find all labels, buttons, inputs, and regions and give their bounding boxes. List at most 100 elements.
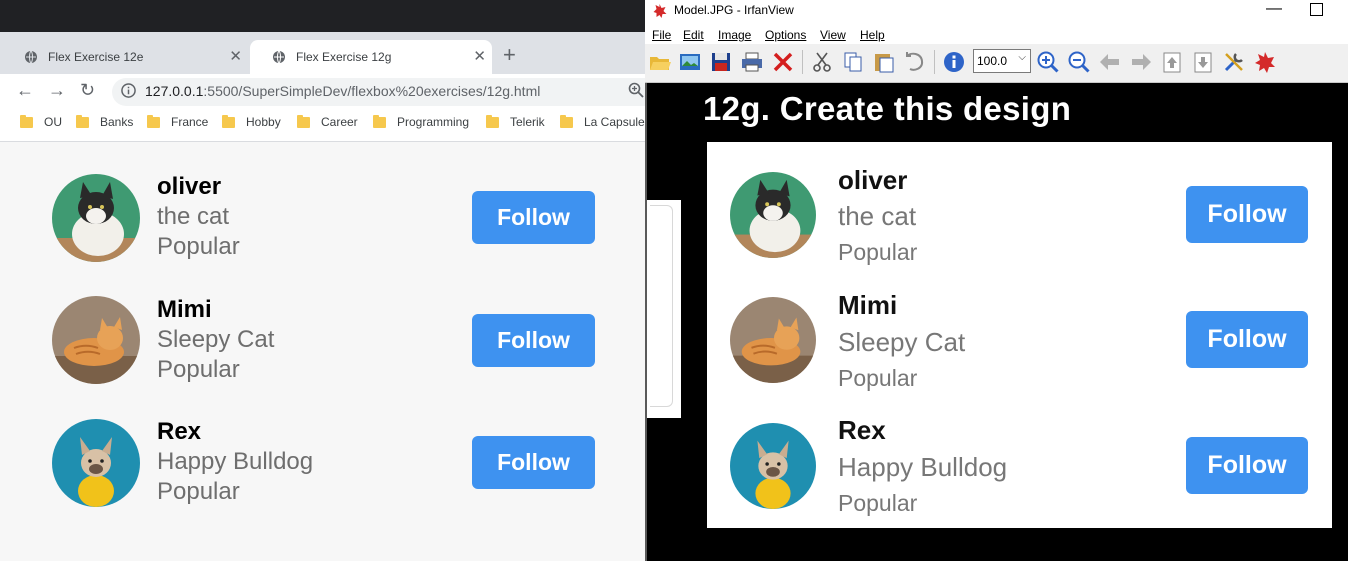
menu-help[interactable]: Help bbox=[860, 28, 885, 42]
previous-image-icon[interactable] bbox=[1098, 50, 1122, 74]
bookmark-folder[interactable]: OU bbox=[20, 114, 62, 129]
bookmark-label: Telerik bbox=[510, 115, 545, 129]
profile-subtitle: Sleepy Cat bbox=[157, 326, 275, 353]
zoom-in-icon[interactable] bbox=[1036, 50, 1060, 74]
menu-label: Edit bbox=[683, 28, 704, 42]
orange-cat-photo bbox=[730, 297, 816, 383]
profile-status: Popular bbox=[838, 365, 918, 391]
irfanview-icon[interactable] bbox=[1253, 50, 1277, 74]
profile-name: Rex bbox=[157, 418, 202, 445]
bookmark-label: Hobby bbox=[246, 115, 281, 129]
avatar bbox=[730, 172, 816, 258]
profile-subtitle: the cat bbox=[157, 203, 230, 230]
print-icon[interactable] bbox=[740, 50, 764, 74]
follow-button-image: Follow bbox=[1186, 311, 1308, 368]
settings-tools-icon[interactable] bbox=[1222, 50, 1246, 74]
bookmark-label: OU bbox=[44, 115, 62, 129]
thumbnails-icon[interactable] bbox=[678, 50, 702, 74]
zoom-select[interactable]: 100.0 ⌵ bbox=[973, 49, 1031, 73]
bookmark-folder[interactable]: France bbox=[147, 114, 208, 129]
copy-icon[interactable] bbox=[841, 50, 865, 74]
bookmark-folder[interactable]: Telerik bbox=[486, 114, 545, 129]
menu-options[interactable]: Options bbox=[765, 28, 806, 42]
avatar bbox=[52, 419, 140, 507]
globe-icon bbox=[273, 50, 285, 64]
toolbar-separator bbox=[802, 50, 803, 74]
profile-subtitle: Sleepy Cat bbox=[838, 327, 966, 357]
menu-image[interactable]: Image bbox=[718, 28, 751, 42]
menu-label: Help bbox=[860, 28, 885, 42]
undo-icon[interactable] bbox=[903, 50, 927, 74]
save-icon[interactable] bbox=[709, 50, 733, 74]
folder-icon bbox=[20, 114, 33, 128]
follow-button[interactable]: Follow bbox=[472, 436, 595, 489]
orange-cat-photo bbox=[52, 296, 140, 384]
profile-name: Mimi bbox=[838, 290, 898, 320]
folder-icon bbox=[147, 114, 160, 128]
avatar bbox=[52, 174, 140, 262]
tab-title: Flex Exercise 12e bbox=[48, 50, 144, 64]
cut-icon[interactable] bbox=[810, 50, 834, 74]
toolbar-separator bbox=[934, 50, 935, 74]
menu-label: File bbox=[652, 28, 672, 42]
bookmark-folder[interactable]: Hobby bbox=[222, 114, 281, 129]
new-tab-button[interactable]: + bbox=[503, 44, 516, 66]
bookmark-label: La Capsule bbox=[584, 115, 645, 129]
profile-name: oliver bbox=[838, 165, 908, 195]
bookmark-folder[interactable]: Banks bbox=[76, 114, 134, 129]
cat-photo bbox=[52, 174, 140, 262]
back-arrow-icon[interactable]: ← bbox=[16, 80, 34, 100]
bookmark-folder[interactable]: Career bbox=[297, 114, 358, 129]
window-top-strip bbox=[0, 0, 645, 32]
download-page-icon[interactable] bbox=[1191, 50, 1215, 74]
menu-label: Image bbox=[718, 28, 752, 42]
avatar bbox=[730, 423, 816, 509]
menu-label: View bbox=[820, 28, 846, 42]
zoom-out-icon[interactable] bbox=[1067, 50, 1091, 74]
profile-subtitle: Happy Bulldog bbox=[157, 448, 314, 475]
close-tab-icon[interactable]: ✕ bbox=[229, 49, 242, 65]
upload-page-icon[interactable] bbox=[1160, 50, 1184, 74]
bookmark-folder[interactable]: La Capsule bbox=[560, 114, 645, 129]
open-folder-icon[interactable] bbox=[648, 50, 672, 74]
globe-icon bbox=[25, 50, 37, 64]
menu-edit[interactable]: Edit bbox=[683, 28, 704, 42]
follow-button[interactable]: Follow bbox=[472, 191, 595, 244]
bulldog-photo bbox=[52, 419, 140, 507]
forward-arrow-icon[interactable]: → bbox=[48, 80, 66, 100]
irfanview-app-icon bbox=[653, 4, 667, 18]
folder-icon bbox=[76, 114, 89, 128]
tab-flex-exercise-12g[interactable]: Flex Exercise 12g ✕ bbox=[250, 40, 492, 74]
folder-icon bbox=[560, 114, 573, 128]
menu-view[interactable]: View bbox=[820, 28, 846, 42]
bookmark-label: Programming bbox=[397, 115, 470, 129]
bookmark-folder[interactable]: Programming bbox=[373, 114, 470, 129]
profile-status: Popular bbox=[838, 490, 918, 516]
bookmark-label: Banks bbox=[100, 115, 134, 129]
zoom-icon[interactable] bbox=[628, 82, 644, 98]
maximize-icon[interactable] bbox=[1310, 3, 1323, 16]
bookmark-label: Career bbox=[321, 115, 358, 129]
follow-button[interactable]: Follow bbox=[472, 314, 595, 367]
image-edge-border bbox=[650, 205, 673, 407]
tab-flex-exercise-12e[interactable]: Flex Exercise 12e ✕ bbox=[2, 40, 248, 74]
close-tab-icon[interactable]: ✕ bbox=[473, 49, 486, 65]
folder-icon bbox=[486, 114, 499, 128]
follow-button-image: Follow bbox=[1186, 186, 1308, 243]
folder-icon bbox=[222, 114, 235, 128]
next-image-icon[interactable] bbox=[1129, 50, 1153, 74]
cat-photo bbox=[730, 172, 816, 258]
menu-file[interactable]: File bbox=[652, 28, 671, 42]
delete-icon[interactable] bbox=[771, 50, 795, 74]
minimize-icon[interactable]: — bbox=[1266, 0, 1282, 18]
profile-status: Popular bbox=[157, 233, 240, 260]
reload-icon[interactable]: ↻ bbox=[80, 80, 95, 100]
info-icon[interactable] bbox=[942, 50, 966, 74]
profile-status: Popular bbox=[157, 356, 240, 383]
info-icon[interactable] bbox=[121, 83, 136, 98]
zoom-value: 100.0 bbox=[977, 54, 1008, 68]
profile-status: Popular bbox=[838, 239, 918, 265]
url-text: 127.0.0.1:5500/SuperSimpleDev/flexbox%20… bbox=[145, 83, 540, 99]
paste-icon[interactable] bbox=[872, 50, 896, 74]
bulldog-photo bbox=[730, 423, 816, 509]
